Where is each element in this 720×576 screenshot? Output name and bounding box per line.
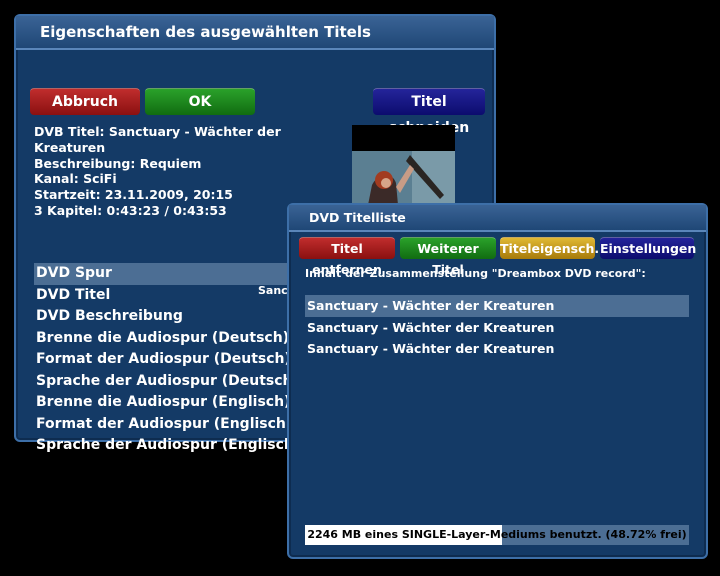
menu-item-format-audio-de[interactable]: Format der Audiospur (Deutsch) — [34, 349, 304, 371]
compilation-heading: Inhalt der Zusammenstellung "Dreambox DV… — [305, 267, 646, 280]
info-line: Kanal: SciFi — [34, 171, 117, 187]
dvd-titlelist-window: DVD Titelliste Titel entfernen Weiterer … — [287, 203, 708, 559]
window-title: Eigenschaften des ausgewählten Titels — [16, 16, 494, 50]
window-title: DVD Titelliste — [289, 205, 706, 232]
remove-title-button[interactable]: Titel entfernen — [299, 237, 395, 277]
list-item[interactable]: Sanctuary - Wächter der Kreaturen — [305, 317, 689, 339]
title-list: Sanctuary - Wächter der Kreaturen Sanctu… — [305, 295, 689, 360]
title-info: DVB Titel: Sanctuary - Wächter der Kreat… — [34, 124, 281, 219]
menu-item-burn-audio-de[interactable]: Brenne die Audiospur (Deutsch) — [34, 328, 304, 350]
menu-item-format-audio-en[interactable]: Format der Audiospur (Englisch) — [34, 414, 304, 436]
menu-item-language-audio-de[interactable]: Sprache der Audiospur (Deutsch) — [34, 371, 304, 393]
title-properties-button[interactable]: Titeleigensch. — [500, 237, 599, 259]
info-line: Beschreibung: Requiem — [34, 155, 202, 171]
cancel-button[interactable]: Abbruch — [30, 88, 140, 115]
dvd-title-value: Sanc — [258, 284, 288, 297]
info-line: Kreaturen — [34, 139, 106, 155]
add-title-button[interactable]: Weiterer Titel — [400, 237, 496, 277]
menu-item-burn-audio-en[interactable]: Brenne die Audiospur (Englisch) — [34, 392, 304, 414]
disc-usage-bar: 2246 MB eines SINGLE-Layer-Mediums benut… — [305, 525, 689, 545]
disc-usage-text: 2246 MB eines SINGLE-Layer-Mediums benut… — [307, 528, 687, 541]
cut-title-button[interactable]: Titel schneiden — [373, 88, 485, 136]
info-line: 3 Kapitel: 0:43:23 / 0:43:53 — [34, 202, 227, 218]
ok-button[interactable]: OK — [145, 88, 255, 115]
info-line: Startzeit: 23.11.2009, 20:15 — [34, 187, 233, 203]
list-item[interactable]: Sanctuary - Wächter der Kreaturen — [305, 338, 689, 360]
settings-button[interactable]: Einstellungen — [600, 237, 696, 259]
menu-item-dvd-track[interactable]: DVD Spur — [34, 263, 298, 285]
info-line: DVB Titel: Sanctuary - Wächter der — [34, 124, 281, 139]
menu-item-dvd-description[interactable]: DVD Beschreibung — [34, 306, 304, 328]
list-item[interactable]: Sanctuary - Wächter der Kreaturen — [305, 295, 689, 317]
menu-item-language-audio-en[interactable]: Sprache der Audiospur (Englisch) — [34, 435, 304, 457]
